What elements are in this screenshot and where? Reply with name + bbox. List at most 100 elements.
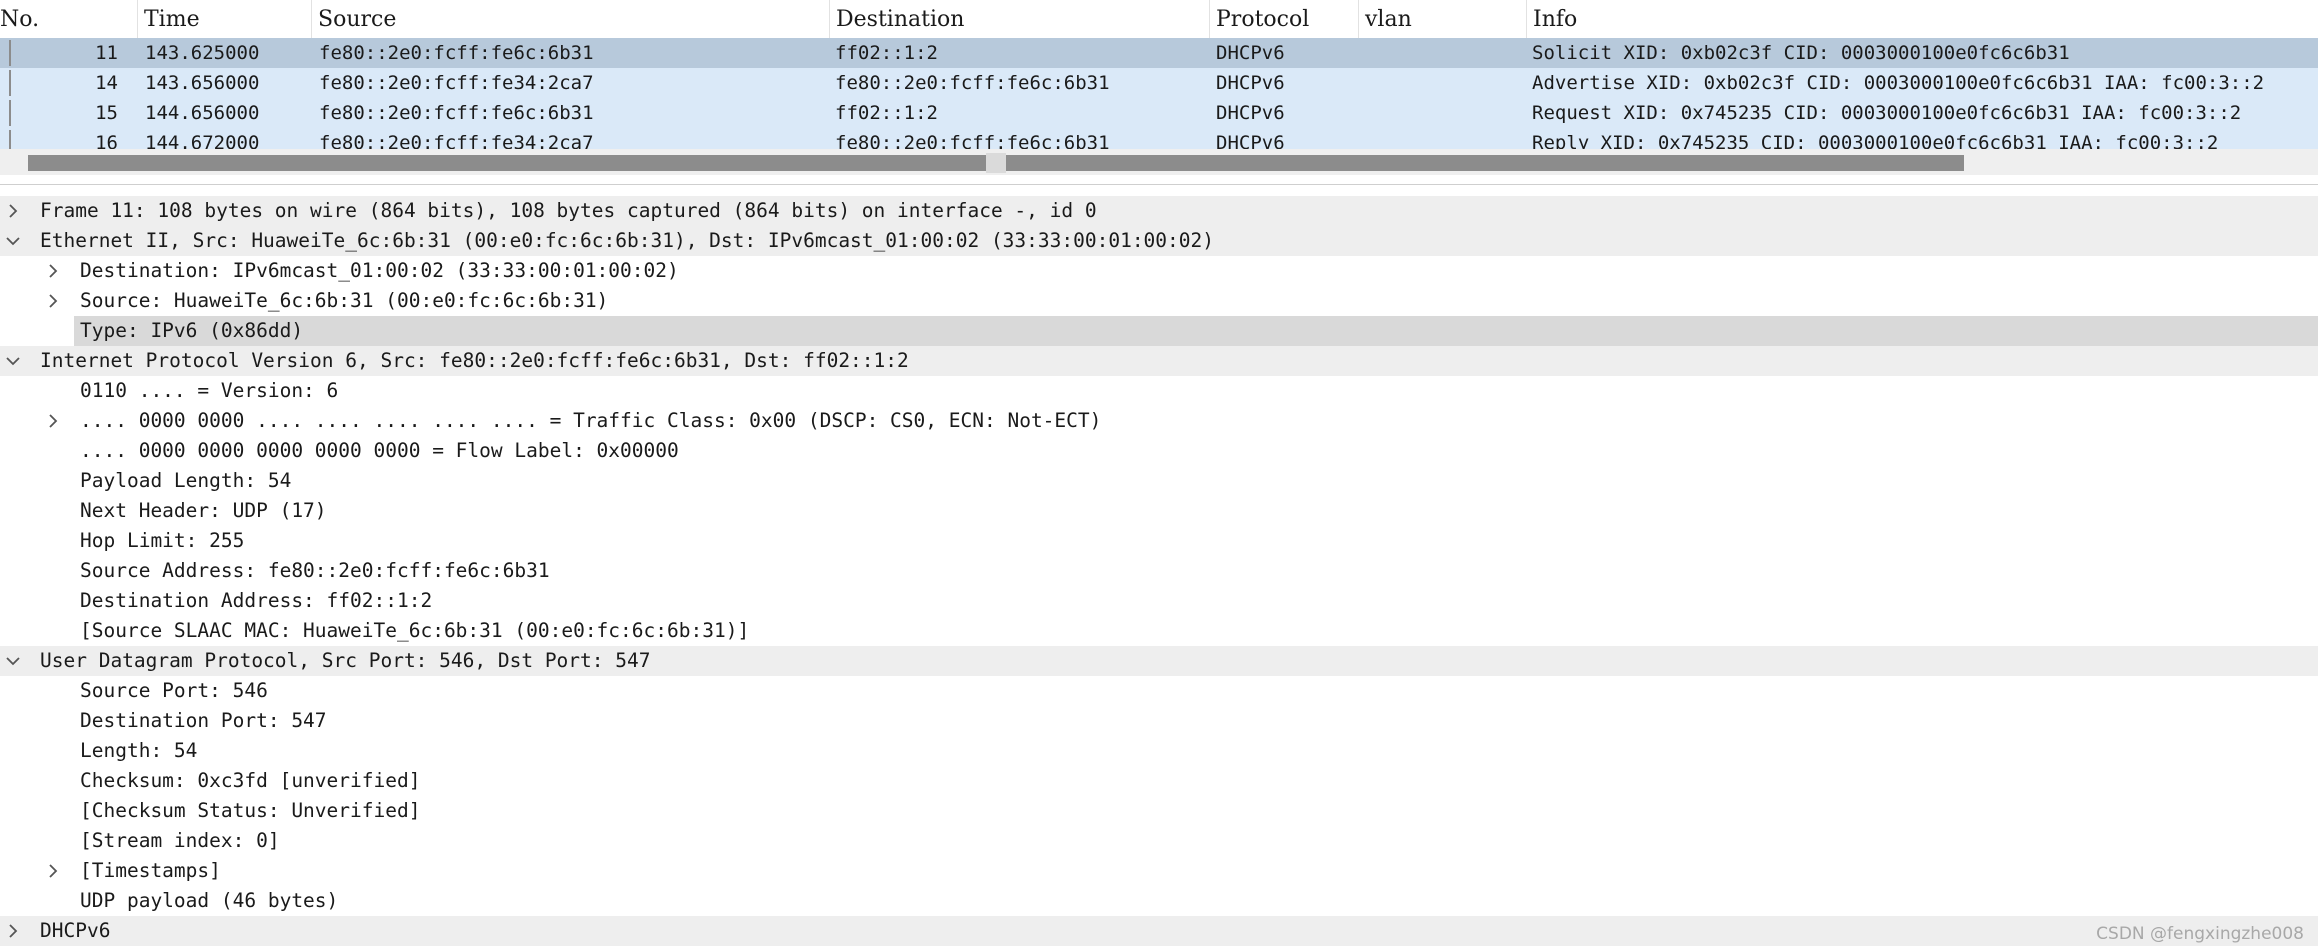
packet-row[interactable]: 15 144.656000 fe80::2e0:fcff:fe6c:6b31 ff02… (0, 98, 2318, 128)
tree-item-label: User Datagram Protocol, Src Port: 546, D… (40, 649, 651, 672)
tree-item-label: Destination: IPv6mcast_01:00:02 (33:33:0… (80, 259, 679, 282)
tree-field-row[interactable]: [Checksum Status: Unverified] (0, 796, 2318, 826)
chevron-right-icon[interactable] (48, 294, 58, 308)
tree-field-row[interactable]: Next Header: UDP (17) (0, 496, 2318, 526)
packet-row[interactable]: 14 143.656000 fe80::2e0:fcff:fe34:2ca7 fe80… (0, 68, 2318, 98)
tree-item-label: Source: HuaweiTe_6c:6b:31 (00:e0:fc:6c:6… (80, 289, 609, 312)
tree-item-label: Source Address: fe80::2e0:fcff:fe6c:6b31 (80, 559, 550, 582)
tree-field-row[interactable]: UDP payload (46 bytes) (0, 886, 2318, 916)
chevron-right-icon[interactable] (48, 864, 58, 878)
cell-no: 14 (95, 72, 118, 94)
cell-time: 143.656000 (145, 72, 260, 94)
tree-protocol-header[interactable]: DHCPv6 (0, 916, 2318, 946)
packet-list-pane: No. Time Source Destination Protocol vla… (0, 0, 2318, 158)
tree-field-row[interactable]: .... 0000 0000 .... .... .... .... .... … (0, 406, 2318, 436)
column-header-vlan[interactable]: vlan (1358, 0, 1526, 38)
tree-item-label: Checksum: 0xc3fd [unverified] (80, 769, 421, 792)
tree-field-row[interactable]: 0110 .... = Version: 6 (0, 376, 2318, 406)
cell-protocol: DHCPv6 (1216, 102, 1285, 124)
tree-protocol-header[interactable]: Ethernet II, Src: HuaweiTe_6c:6b:31 (00:… (0, 226, 2318, 256)
tree-item-label: [Checksum Status: Unverified] (80, 799, 421, 822)
scrollbar-track-left[interactable] (28, 155, 986, 171)
tree-field-row[interactable]: Destination: IPv6mcast_01:00:02 (33:33:0… (0, 256, 2318, 286)
tree-item-label: Frame 11: 108 bytes on wire (864 bits), … (40, 199, 1097, 222)
tree-field-row[interactable]: Type: IPv6 (0x86dd) (0, 316, 2318, 346)
tree-protocol-header[interactable]: Frame 11: 108 bytes on wire (864 bits), … (0, 196, 2318, 226)
tree-item-label: Type: IPv6 (0x86dd) (80, 319, 304, 342)
cell-vlan (1366, 38, 1521, 68)
chevron-down-icon[interactable] (6, 236, 20, 246)
tree-item-label: Destination Address: ff02::1:2 (80, 589, 433, 612)
packet-row[interactable]: 11 143.625000 fe80::2e0:fcff:fe6c:6b31 ff02… (0, 38, 2318, 68)
cell-source: fe80::2e0:fcff:fe34:2ca7 (319, 72, 594, 94)
column-header-no[interactable]: No. (0, 0, 137, 38)
chevron-right-icon[interactable] (8, 204, 18, 218)
cell-source: fe80::2e0:fcff:fe6c:6b31 (319, 102, 594, 124)
tree-item-label: Hop Limit: 255 (80, 529, 245, 552)
column-header-protocol[interactable]: Protocol (1209, 0, 1358, 38)
cell-source: fe80::2e0:fcff:fe6c:6b31 (319, 42, 594, 64)
cell-info: Request XID: 0x745235 CID: 0003000100e0f… (1532, 102, 2242, 124)
column-header-destination[interactable]: Destination (829, 0, 1209, 38)
tree-field-row[interactable]: Source: HuaweiTe_6c:6b:31 (00:e0:fc:6c:6… (0, 286, 2318, 316)
cell-destination: ff02::1:2 (835, 42, 938, 64)
tree-selection-highlight (74, 316, 2318, 346)
cell-protocol: DHCPv6 (1216, 42, 1285, 64)
tree-item-label: Destination Port: 547 (80, 709, 327, 732)
tree-item-label: Ethernet II, Src: HuaweiTe_6c:6b:31 (00:… (40, 229, 1214, 252)
tree-field-row[interactable]: .... 0000 0000 0000 0000 0000 = Flow Lab… (0, 436, 2318, 466)
cell-no: 15 (95, 102, 118, 124)
packet-list-header: No. Time Source Destination Protocol vla… (0, 0, 2318, 39)
cell-destination: fe80::2e0:fcff:fe6c:6b31 (835, 72, 1110, 94)
tree-field-row[interactable]: Payload Length: 54 (0, 466, 2318, 496)
tree-item-label: Length: 54 (80, 739, 198, 762)
cell-time: 143.625000 (145, 42, 260, 64)
tree-item-label: [Stream index: 0] (80, 829, 280, 852)
cell-protocol: DHCPv6 (1216, 72, 1285, 94)
horizontal-scrollbar[interactable] (0, 149, 2318, 175)
tree-item-label: UDP payload (46 bytes) (80, 889, 339, 912)
column-header-source[interactable]: Source (311, 0, 829, 38)
tree-protocol-header[interactable]: Internet Protocol Version 6, Src: fe80::… (0, 346, 2318, 376)
cell-no: 11 (95, 42, 118, 64)
chevron-right-icon[interactable] (48, 264, 58, 278)
tree-item-label: Source Port: 546 (80, 679, 268, 702)
chevron-right-icon[interactable] (48, 414, 58, 428)
tree-field-row[interactable]: [Stream index: 0] (0, 826, 2318, 856)
tree-item-label: [Source SLAAC MAC: HuaweiTe_6c:6b:31 (00… (80, 619, 750, 642)
pane-divider[interactable] (0, 184, 2318, 185)
tree-item-label: Payload Length: 54 (80, 469, 292, 492)
tree-item-label: [Timestamps] (80, 859, 221, 882)
tree-field-row[interactable]: Source Address: fe80::2e0:fcff:fe6c:6b31 (0, 556, 2318, 586)
tree-item-label: .... 0000 0000 .... .... .... .... .... … (80, 409, 1102, 432)
tree-field-row[interactable]: Destination Port: 547 (0, 706, 2318, 736)
tree-field-row[interactable]: Destination Address: ff02::1:2 (0, 586, 2318, 616)
tree-protocol-header[interactable]: User Datagram Protocol, Src Port: 546, D… (0, 646, 2318, 676)
tree-item-label: 0110 .... = Version: 6 (80, 379, 339, 402)
chevron-down-icon[interactable] (6, 656, 20, 666)
tree-item-label: Next Header: UDP (17) (80, 499, 327, 522)
column-header-time[interactable]: Time (137, 0, 311, 38)
tree-field-row[interactable]: [Source SLAAC MAC: HuaweiTe_6c:6b:31 (00… (0, 616, 2318, 646)
cell-info: Advertise XID: 0xb02c3f CID: 0003000100e… (1532, 72, 2265, 94)
cell-destination: ff02::1:2 (835, 102, 938, 124)
packet-details-pane: Frame 11: 108 bytes on wire (864 bits), … (0, 196, 2318, 946)
cell-info: Solicit XID: 0xb02c3f CID: 0003000100e0f… (1532, 42, 2070, 64)
tree-item-label: .... 0000 0000 0000 0000 0000 = Flow Lab… (80, 439, 679, 462)
tree-field-row[interactable]: Source Port: 546 (0, 676, 2318, 706)
chevron-down-icon[interactable] (6, 356, 20, 366)
cell-vlan (1366, 68, 1521, 98)
scrollbar-track-right[interactable] (1006, 155, 1964, 171)
column-header-info[interactable]: Info (1526, 0, 2318, 38)
cell-vlan (1366, 98, 1521, 128)
watermark: CSDN @fengxingzhe008 (2096, 924, 2304, 944)
chevron-right-icon[interactable] (8, 924, 18, 938)
tree-field-row[interactable]: Hop Limit: 255 (0, 526, 2318, 556)
tree-item-label: Internet Protocol Version 6, Src: fe80::… (40, 349, 909, 372)
scrollbar-thumb[interactable] (986, 153, 1006, 173)
cell-time: 144.656000 (145, 102, 260, 124)
tree-field-row[interactable]: Length: 54 (0, 736, 2318, 766)
tree-field-row[interactable]: [Timestamps] (0, 856, 2318, 886)
tree-item-label: DHCPv6 (40, 919, 111, 942)
tree-field-row[interactable]: Checksum: 0xc3fd [unverified] (0, 766, 2318, 796)
